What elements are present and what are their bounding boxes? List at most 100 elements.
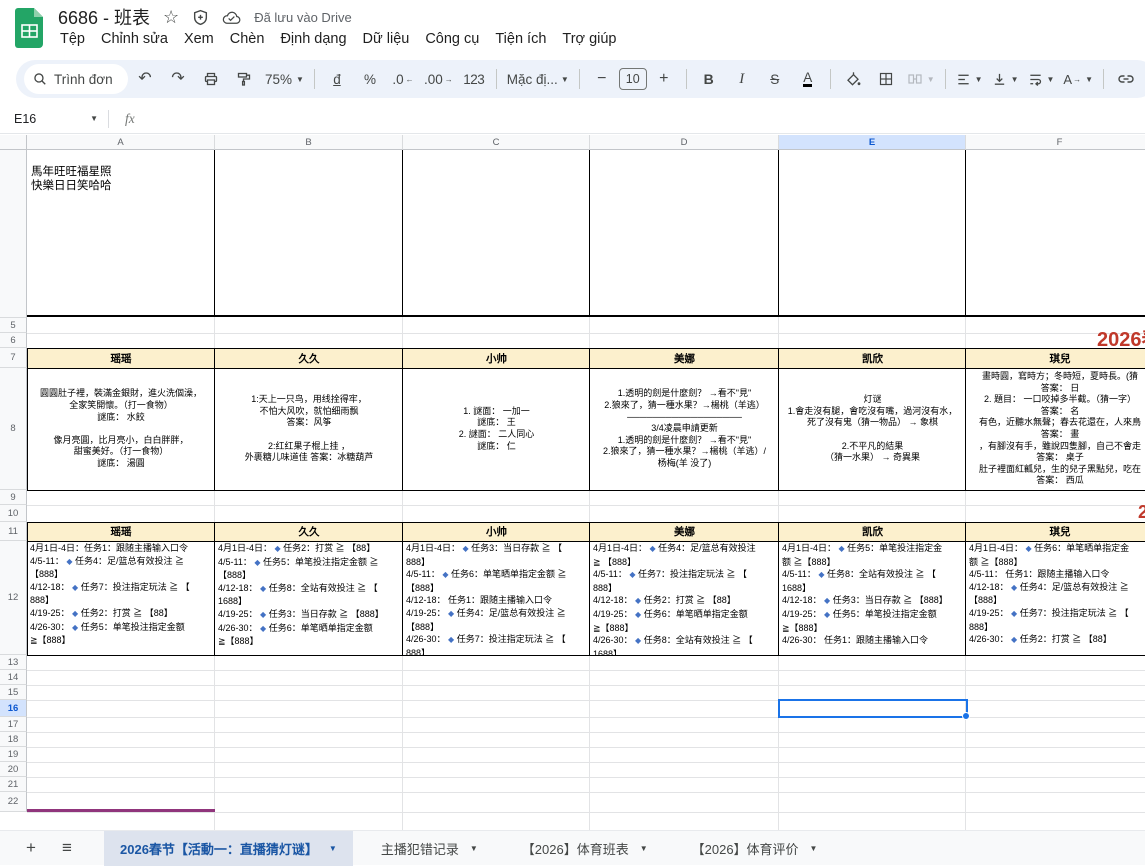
cell-name-header[interactable]: 凯欣 <box>779 522 966 541</box>
column-header-E[interactable]: E <box>779 135 966 150</box>
search-menus-input[interactable]: Trình đơn <box>24 64 128 94</box>
zoom-select[interactable]: 75%▼ <box>261 66 308 92</box>
sheet-tab-menu-icon[interactable]: ▼ <box>640 844 648 853</box>
row-header-5[interactable]: 5 <box>0 318 27 333</box>
row-header-12[interactable]: 12 <box>0 541 27 655</box>
decrease-font-size-button[interactable]: − <box>586 66 618 92</box>
move-shield-icon[interactable] <box>192 9 209 26</box>
cell-name-header[interactable]: 美娜 <box>590 522 779 541</box>
insert-link-button[interactable] <box>1110 66 1142 92</box>
cell-riddle[interactable]: 1.透明的劍是什麼劍？ →看不"見"2.狼來了，猜一種水果？→楊桃（羊逃）───… <box>590 368 779 490</box>
cell-riddle[interactable]: 1. 謎面： 一加一謎底： 王2. 謎面： 二人同心謎底： 仁 <box>403 368 590 490</box>
document-title[interactable]: 6686 - 班表 <box>58 4 150 30</box>
cell-name-header[interactable]: 琪兒 <box>966 348 1145 368</box>
cell-task-schedule[interactable]: 4月1日-4日： ◆ 任务2：打赏 ≧ 【88】4/5-11： ◆ 任务5：单笔… <box>215 541 403 655</box>
column-header-C[interactable]: C <box>403 135 590 150</box>
column-header-D[interactable]: D <box>590 135 779 150</box>
row-header-22[interactable]: 22 <box>0 792 27 812</box>
menu-insert[interactable]: Chèn <box>222 28 273 50</box>
cell-task-schedule[interactable]: 4月1日-4日： ◆ 任务3：当日存款 ≧ 【888】4/5-11： ◆ 任务6… <box>403 541 590 655</box>
undo-button[interactable]: ↶ <box>129 66 161 92</box>
menu-data[interactable]: Dữ liệu <box>355 28 418 50</box>
row-header-16[interactable]: 16 <box>0 700 27 717</box>
bold-button[interactable]: B <box>693 66 725 92</box>
paint-format-button[interactable] <box>228 66 260 92</box>
saved-status[interactable]: Đã lưu vào Drive <box>254 10 352 25</box>
cell-riddle[interactable]: 圓圓肚子裡，裝滿金銀財，進火洗個澡，全家笑開懷。（打一食物）謎底： 水餃像月亮圓… <box>27 368 215 490</box>
cell-task-schedule[interactable]: 4月1日-4日： ◆ 任务5：单笔投注指定金额 ≧【888】4/5-11： ◆ … <box>779 541 966 655</box>
row-header-20[interactable]: 20 <box>0 762 27 777</box>
formula-input[interactable] <box>135 104 1145 133</box>
currency-format-button[interactable]: đ <box>321 66 353 92</box>
cell-riddle[interactable]: 1:天上一只鸟，用线拴得牢，不怕大风吹，就怕细雨飘答案：风筝2:红红果子棍上挂 … <box>215 368 403 490</box>
row-header-18[interactable]: 18 <box>0 732 27 747</box>
row-header-6[interactable]: 6 <box>0 333 27 348</box>
add-sheet-button[interactable]: + <box>14 831 48 866</box>
row-header-13[interactable]: 13 <box>0 655 27 670</box>
column-header-B[interactable]: B <box>215 135 403 150</box>
cell-task-schedule[interactable]: 4月1日-4日： ◆ 任务4：足/篮总有效投注≧ 【888】4/5-11： ◆ … <box>590 541 779 655</box>
sheet-tab[interactable]: 【2026】体育班表 ▼ <box>506 831 664 866</box>
redo-button[interactable]: ↷ <box>162 66 194 92</box>
row-header-11[interactable]: 11 <box>0 522 27 541</box>
all-sheets-button[interactable]: ≡ <box>50 831 84 866</box>
menu-extensions[interactable]: Tiện ích <box>487 28 554 50</box>
horizontal-align-button[interactable]: ▼ <box>952 66 987 92</box>
cell-riddle[interactable]: 灯谜1.會走沒有腿，會吃沒有嘴，過河沒有水，死了沒有鬼（猜一物品） → 象棋2.… <box>779 368 966 490</box>
cell-name-header[interactable]: 瑶瑶 <box>27 348 215 368</box>
cell-name-header[interactable]: 久久 <box>215 348 403 368</box>
sheet-tab-menu-icon[interactable]: ▼ <box>810 844 818 853</box>
row-header-8[interactable]: 8 <box>0 368 27 490</box>
sheet-tab-menu-icon[interactable]: ▼ <box>329 844 337 853</box>
increase-font-size-button[interactable]: + <box>648 66 680 92</box>
cell-banner-greeting[interactable]: 馬年旺旺福星照快樂日日笑哈哈 <box>31 165 112 193</box>
cell-name-header[interactable]: 小帅 <box>403 522 590 541</box>
cell-task-schedule[interactable]: 4月1日-4日： ◆ 任务6：单笔晒单指定金额 ≧【888】4/5-11： 任务… <box>966 541 1145 655</box>
cell-name-header[interactable]: 琪兒 <box>966 522 1145 541</box>
row-header-banner[interactable] <box>0 150 27 318</box>
row-header-10[interactable]: 10 <box>0 505 27 522</box>
selected-cell-E16[interactable] <box>778 699 968 718</box>
font-family-select[interactable]: Mặc đị...▼ <box>503 66 573 92</box>
name-box[interactable]: E16 ▼ <box>0 112 98 126</box>
row-header-19[interactable]: 19 <box>0 747 27 762</box>
menu-edit[interactable]: Chỉnh sửa <box>93 28 176 50</box>
cell-name-header[interactable]: 凯欣 <box>779 348 966 368</box>
row-header-7[interactable]: 7 <box>0 348 27 368</box>
cell-name-header[interactable]: 美娜 <box>590 348 779 368</box>
sheet-tab[interactable]: 【2026】体育评价 ▼ <box>676 831 834 866</box>
number-format-button[interactable]: 123 <box>458 66 490 92</box>
cell-riddle[interactable]: 畫時圓，寫時方；冬時短，夏時長。(猜答案： 日2. 題目： 一口咬掉多半截。（猜… <box>966 368 1145 490</box>
cell-name-header[interactable]: 小帅 <box>403 348 590 368</box>
menu-view[interactable]: Xem <box>176 28 222 50</box>
star-icon[interactable]: ☆ <box>163 8 179 26</box>
cell-name-header[interactable]: 久久 <box>215 522 403 541</box>
row-header-21[interactable]: 21 <box>0 777 27 792</box>
cell-task-schedule[interactable]: 4月1日-4日：任务1：跟随主播输入口令4/5-11： ◆ 任务4：足/篮总有效… <box>27 541 215 655</box>
text-wrap-button[interactable]: ▼ <box>1024 66 1059 92</box>
row-header-15[interactable]: 15 <box>0 685 27 700</box>
sheet-tab-active[interactable]: 2026春节【活動一：直播猜灯谜】 ▼ <box>104 831 353 866</box>
select-all-corner[interactable] <box>0 135 27 150</box>
merge-cells-button[interactable]: ▼ <box>903 66 939 92</box>
menu-file[interactable]: Tệp <box>52 28 93 50</box>
strikethrough-button[interactable]: S <box>759 66 791 92</box>
italic-button[interactable]: I <box>726 66 758 92</box>
cloud-saved-icon[interactable] <box>222 10 241 25</box>
decrease-decimal-button[interactable]: .0← <box>387 66 419 92</box>
cell-name-header[interactable]: 瑶瑶 <box>27 522 215 541</box>
menu-format[interactable]: Định dạng <box>272 28 354 50</box>
row-header-14[interactable]: 14 <box>0 670 27 685</box>
sheets-logo-icon[interactable] <box>15 8 45 48</box>
percent-format-button[interactable]: % <box>354 66 386 92</box>
cell-red-title-bottom[interactable]: 2 <box>1138 502 1145 523</box>
borders-button[interactable] <box>870 66 902 92</box>
text-color-button[interactable]: A <box>803 71 812 87</box>
increase-decimal-button[interactable]: .00→ <box>420 66 457 92</box>
column-header-A[interactable]: A <box>27 135 215 150</box>
font-size-input[interactable]: 10 <box>619 68 647 90</box>
fill-color-button[interactable] <box>837 66 869 92</box>
sheet-tab-menu-icon[interactable]: ▼ <box>470 844 478 853</box>
fill-handle[interactable] <box>962 712 970 720</box>
menu-tools[interactable]: Công cụ <box>417 28 487 50</box>
